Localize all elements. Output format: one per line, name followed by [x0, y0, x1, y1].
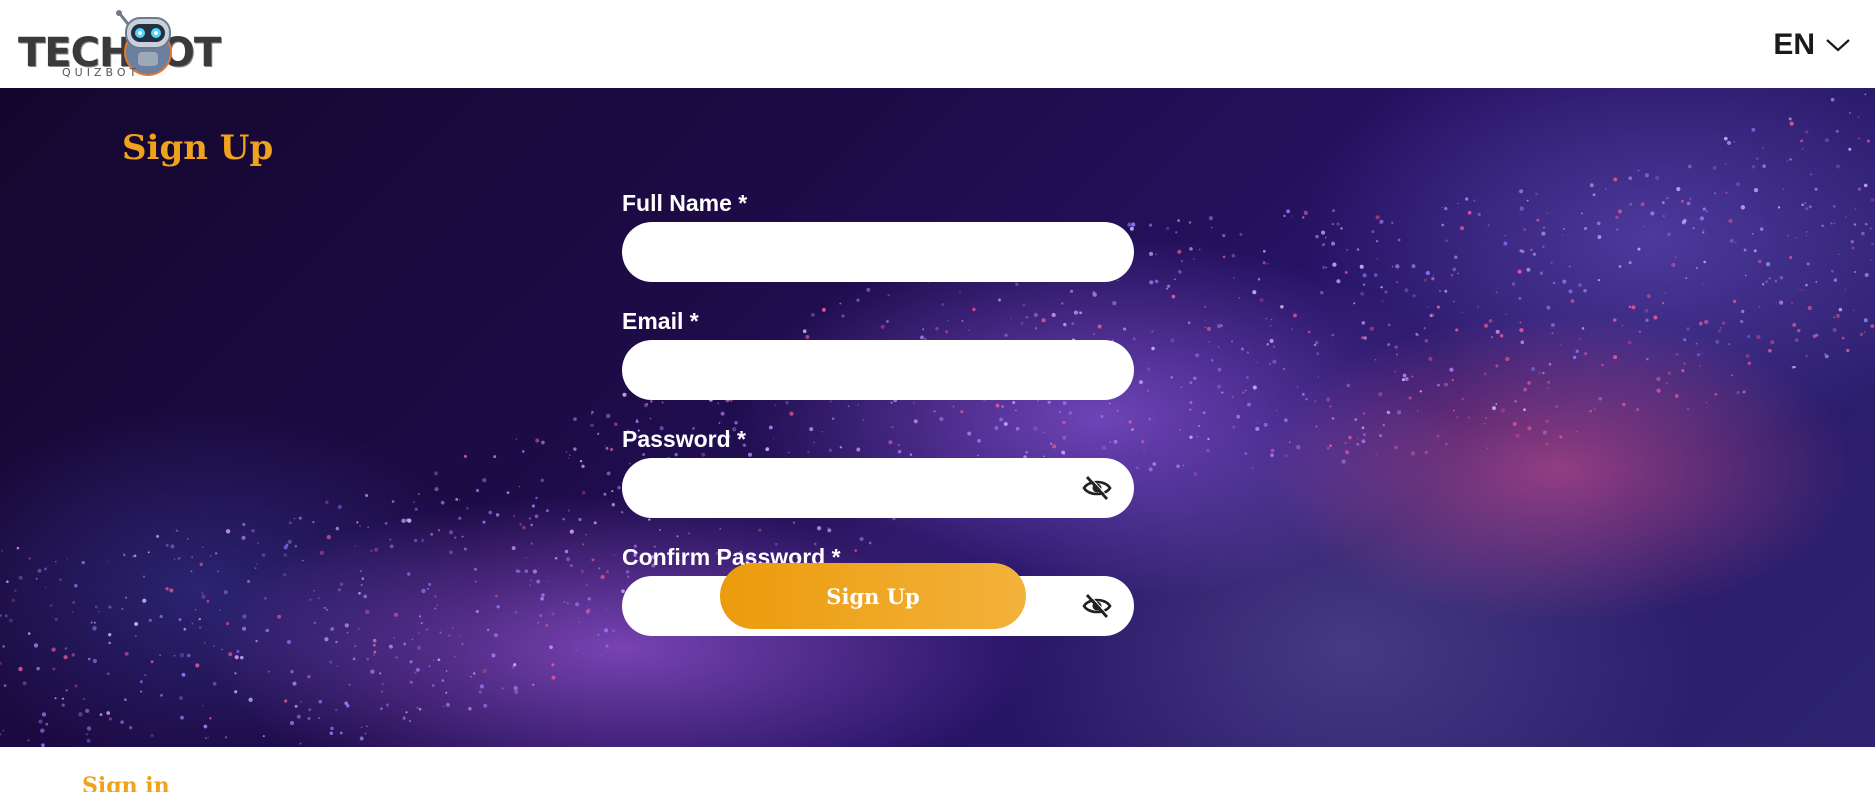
eye-off-icon[interactable]: [1082, 474, 1112, 502]
chevron-down-icon: [1826, 39, 1850, 52]
hero-background: Sign Up Full Name * Email * Password * C…: [0, 88, 1875, 747]
header: TECHBOT QUIZBOT EN: [0, 0, 1875, 88]
logo-subtext: QUIZBOT: [62, 66, 141, 79]
full-name-input[interactable]: [622, 222, 1134, 282]
email-label: Email *: [622, 308, 699, 334]
language-selector[interactable]: EN: [1773, 28, 1851, 62]
language-label: EN: [1773, 28, 1815, 61]
password-field-wrapper: [622, 458, 1134, 518]
page-title: Sign Up: [122, 128, 274, 168]
password-input[interactable]: [622, 458, 1134, 518]
sign-in-link[interactable]: Sign in: [82, 773, 170, 792]
full-name-field-wrapper: [622, 222, 1134, 282]
email-field-wrapper: [622, 340, 1134, 400]
password-label: Password *: [622, 426, 746, 452]
full-name-label: Full Name *: [622, 190, 748, 216]
email-input[interactable]: [622, 340, 1134, 400]
eye-off-icon[interactable]: [1082, 592, 1112, 620]
sign-up-button[interactable]: Sign Up: [720, 563, 1026, 629]
logo[interactable]: TECHBOT QUIZBOT: [18, 8, 223, 82]
